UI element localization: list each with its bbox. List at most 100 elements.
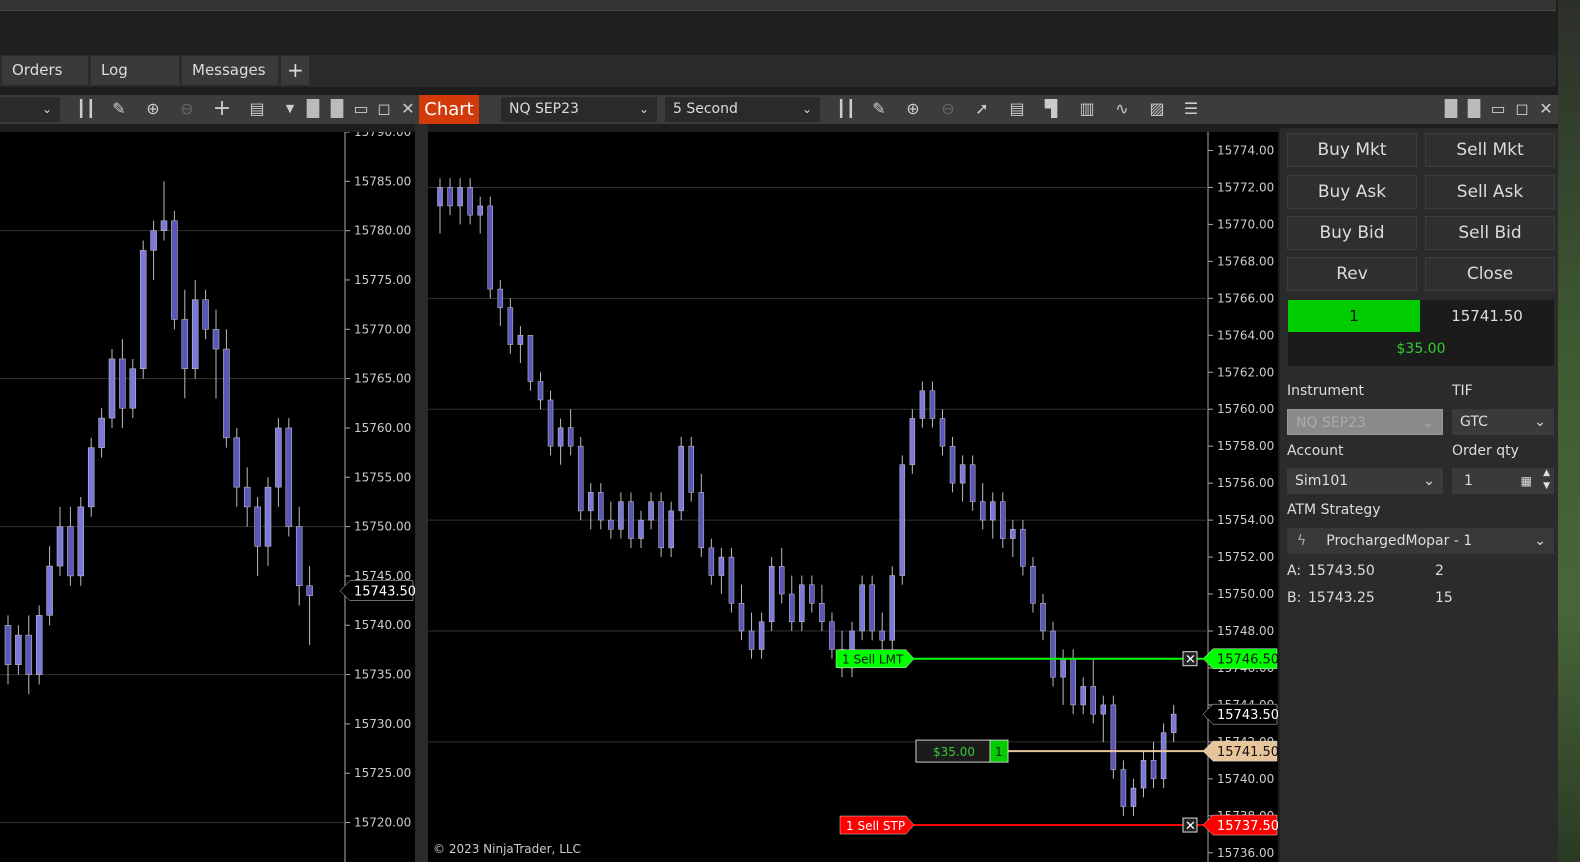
tab-messages[interactable]: Messages <box>182 56 278 85</box>
zoom-in-icon[interactable]: ⊕ <box>902 98 924 120</box>
copyright: © 2023 NinjaTrader, LLC <box>433 842 581 856</box>
sell-bid-button[interactable]: Sell Bid <box>1425 216 1555 250</box>
strategies-icon[interactable]: ∿ <box>1111 98 1133 120</box>
main-chart[interactable]: 15736.0015738.0015740.0015742.0015744.00… <box>428 132 1278 862</box>
crosshair-icon[interactable]: + <box>211 98 233 120</box>
zoom-in-icon[interactable]: ⊕ <box>142 98 164 120</box>
drawing-tools-icon[interactable]: ✎ <box>108 98 130 120</box>
tile-icon[interactable]: █ <box>302 98 324 120</box>
left-chart-select[interactable]: ⌄ <box>0 97 60 122</box>
buy-mkt-button[interactable]: Buy Mkt <box>1287 133 1417 167</box>
zoom-out-icon[interactable]: ⊖ <box>937 98 959 120</box>
tile-icon[interactable]: █ <box>326 98 348 120</box>
close-button[interactable]: Close <box>1425 257 1555 291</box>
instrument-select[interactable]: NQ SEP23 ⌄ <box>501 97 657 122</box>
position-price: 15741.50 <box>1420 300 1554 332</box>
bar-type-icon[interactable]: ┃┃ <box>75 98 97 120</box>
maximize-icon[interactable]: ◻ <box>373 98 395 120</box>
interval-select[interactable]: 5 Second ⌄ <box>665 97 820 122</box>
axis-tick-label: 15790.00 <box>354 132 411 139</box>
indicators-icon[interactable]: ▨ <box>1146 98 1168 120</box>
plus-icon[interactable]: + <box>281 56 309 85</box>
axis-tick-label: 15748.00 <box>1217 624 1274 638</box>
buy-ask-button[interactable]: Buy Ask <box>1287 175 1417 209</box>
candle <box>15 634 22 665</box>
data-box-icon[interactable]: ▤ <box>1006 98 1028 120</box>
candle <box>181 319 189 370</box>
tab-orders[interactable]: Orders <box>2 56 88 85</box>
object-list-icon[interactable]: ☰ <box>1180 98 1202 120</box>
candle <box>728 556 735 604</box>
candle <box>537 381 544 401</box>
ask-size: 2 <box>1435 563 1444 579</box>
tab-log[interactable]: Log <box>91 56 179 85</box>
candle <box>778 566 785 595</box>
candle <box>919 390 926 419</box>
axis-tick-label: 15740.00 <box>1217 772 1274 786</box>
buy-bid-button[interactable]: Buy Bid <box>1287 216 1417 250</box>
candle <box>1050 630 1056 678</box>
candle <box>768 566 775 622</box>
candle <box>1020 529 1026 567</box>
candle <box>869 584 875 632</box>
candle <box>507 307 514 345</box>
minimize-icon[interactable]: ▭ <box>350 98 372 120</box>
ask-price: 15743.50 <box>1308 563 1375 579</box>
tile-icon[interactable]: █ <box>1463 98 1485 120</box>
properties-icon[interactable]: ▥ <box>1076 98 1098 120</box>
data-box-icon[interactable]: ▤ <box>246 98 268 120</box>
candle <box>87 447 95 508</box>
dropdown-icon[interactable]: ▼ <box>279 98 301 120</box>
axis-tick-label: 15764.00 <box>1217 328 1274 342</box>
candle <box>1120 769 1127 807</box>
sell-ask-button[interactable]: Sell Ask <box>1425 175 1555 209</box>
candle <box>668 510 674 549</box>
candle <box>160 220 168 231</box>
tab-chart[interactable]: Chart <box>419 95 479 124</box>
drawing-tools-icon[interactable]: ✎ <box>868 98 890 120</box>
order-qty-input[interactable]: 1 ▦ ▲ ▼ <box>1452 468 1554 494</box>
candle <box>1010 529 1016 539</box>
candle <box>547 399 554 447</box>
position-pnl: $35.00 <box>933 745 975 759</box>
candle <box>129 368 137 409</box>
candle <box>1140 760 1147 789</box>
candle <box>789 593 795 622</box>
tile-icon[interactable]: █ <box>1440 98 1462 120</box>
account-select[interactable]: Sim101 ⌄ <box>1287 468 1443 494</box>
axis-tick-label: 15765.00 <box>354 372 411 386</box>
candle <box>1110 704 1117 770</box>
rev-button[interactable]: Rev <box>1287 257 1417 291</box>
candle <box>678 445 684 512</box>
chart-toolbar: ⌄ ┃┃ ✎ ⊕ ⊖ + ▤ ▼ █ █ ▭ ◻ ✕ NQ SEP23 ⌄ 5 S… <box>0 95 1558 124</box>
splitter[interactable] <box>415 124 428 862</box>
close-icon[interactable]: ✕ <box>397 98 419 120</box>
calculator-icon[interactable]: ▦ <box>1521 468 1532 494</box>
bar-type-icon[interactable]: ┃┃ <box>835 98 857 120</box>
close-icon[interactable]: ✕ <box>1535 98 1557 120</box>
position-price-marker: 15741.50 <box>1217 745 1278 760</box>
chevron-down-icon: ⌄ <box>1534 533 1546 549</box>
sell-mkt-button[interactable]: Sell Mkt <box>1425 133 1555 167</box>
pointer-icon[interactable]: ➚ <box>971 98 993 120</box>
spinner-icon[interactable]: ▲ ▼ <box>1543 467 1550 493</box>
tif-select[interactable]: GTC ⌄ <box>1452 409 1554 435</box>
atm-strategy-select[interactable]: ϟ ProchargedMopar - 1 ⌄ <box>1287 528 1554 554</box>
candle <box>497 288 504 308</box>
instrument-select[interactable]: NQ SEP23 ⌄ <box>1287 409 1443 435</box>
candle <box>191 299 199 370</box>
axis-tick-label: 15750.00 <box>354 520 411 534</box>
maximize-icon[interactable]: ◻ <box>1511 98 1533 120</box>
sell-limit-label: 1 Sell LMT <box>842 653 904 667</box>
candle <box>1160 732 1167 780</box>
minimize-icon[interactable]: ▭ <box>1487 98 1509 120</box>
left-chart[interactable]: 15720.00 15725.00 15730.00 15735.00 15740.00… <box>0 132 415 862</box>
zoom-out-icon[interactable]: ⊖ <box>176 98 198 120</box>
candle <box>909 418 916 465</box>
axis-tick-label: 15754.00 <box>1217 513 1274 527</box>
desktop-background <box>1558 0 1580 862</box>
candle <box>859 584 865 632</box>
axis-tick-label: 15750.00 <box>1217 587 1274 601</box>
chart-trader-icon[interactable]: ▜ <box>1040 98 1062 120</box>
candle <box>35 615 43 675</box>
